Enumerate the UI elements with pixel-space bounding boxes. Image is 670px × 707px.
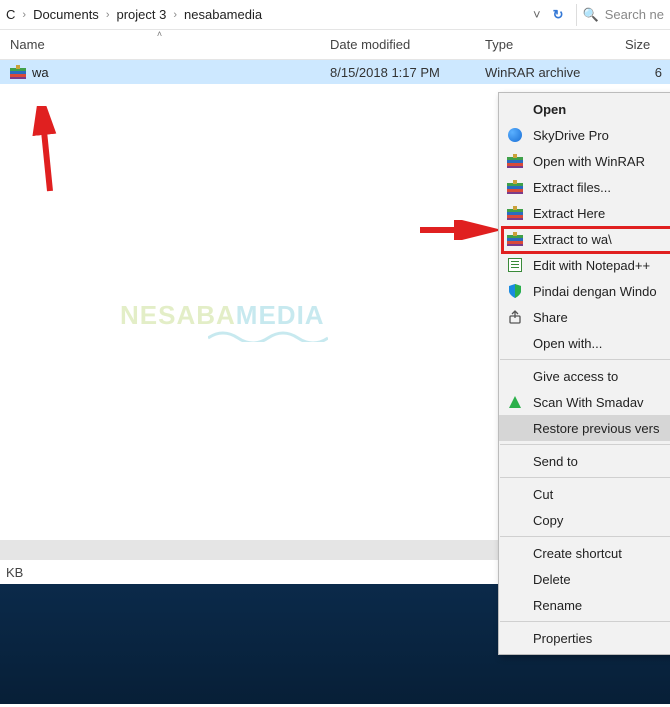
column-date[interactable]: Date modified [320,30,475,59]
menu-scan-with-smadav[interactable]: Scan With Smadav [499,389,670,415]
menu-copy[interactable]: Copy [499,507,670,533]
winrar-icon [507,205,523,221]
refresh-icon[interactable]: ↻ [553,7,564,23]
menu-open-with[interactable]: Open with... [499,330,670,356]
watermark: NESABAMEDIA [120,300,325,331]
menu-give-access-to[interactable]: Give access to [499,363,670,389]
file-type: WinRAR archive [475,65,615,80]
search-input[interactable]: Search ne [605,7,664,22]
menu-restore-previous-versions[interactable]: Restore previous vers [499,415,670,441]
menu-edit-notepad[interactable]: Edit with Notepad++ [499,252,670,278]
menu-scan-windows-defender[interactable]: Pindai dengan Windo [499,278,670,304]
notepad-plus-plus-icon [507,257,523,273]
share-icon [507,309,523,325]
winrar-icon [507,231,523,247]
menu-separator [500,536,670,537]
menu-separator [500,477,670,478]
menu-cut[interactable]: Cut [499,481,670,507]
chevron-right-icon: › [173,9,177,21]
winrar-icon [507,179,523,195]
skydrive-icon [507,127,523,143]
menu-open[interactable]: Open [499,96,670,122]
menu-properties[interactable]: Properties [499,625,670,651]
file-size: 6 [615,65,670,80]
menu-rename[interactable]: Rename [499,592,670,618]
file-name: wa [32,65,49,80]
column-name[interactable]: ˄ Name [0,30,320,59]
crumb-nesabamedia[interactable]: nesabamedia [184,7,262,22]
file-list[interactable]: wa 8/15/2018 1:17 PM WinRAR archive 6 NE… [0,60,670,540]
smadav-icon [507,394,523,410]
menu-extract-to-wa[interactable]: Extract to wa\ [499,226,670,252]
menu-skydrive-pro[interactable]: SkyDrive Pro [499,122,670,148]
column-size[interactable]: Size [615,30,670,59]
chevron-down-icon[interactable]: ˅ [533,7,541,22]
context-menu: Open SkyDrive Pro Open with WinRAR Extra… [498,92,670,655]
divider [576,4,577,26]
winrar-icon [507,153,523,169]
menu-extract-files[interactable]: Extract files... [499,174,670,200]
column-type[interactable]: Type [475,30,615,59]
crumb-c[interactable]: C [6,7,15,22]
menu-share[interactable]: Share [499,304,670,330]
menu-create-shortcut[interactable]: Create shortcut [499,540,670,566]
menu-separator [500,359,670,360]
column-headers: ˄ Name Date modified Type Size [0,30,670,60]
winrar-archive-icon [10,65,26,79]
annotation-arrow-icon [30,106,70,196]
file-row-wa[interactable]: wa 8/15/2018 1:17 PM WinRAR archive 6 [0,60,670,84]
menu-delete[interactable]: Delete [499,566,670,592]
menu-send-to[interactable]: Send to [499,448,670,474]
file-date: 8/15/2018 1:17 PM [320,65,475,80]
menu-separator [500,621,670,622]
chevron-right-icon: › [106,9,110,21]
breadcrumb[interactable]: C › Documents › project 3 › nesabamedia … [0,0,670,30]
search-icon: 🔍 [583,7,599,23]
annotation-arrow-icon [420,220,500,240]
sort-ascending-icon: ˄ [157,29,162,39]
menu-extract-here[interactable]: Extract Here [499,200,670,226]
chevron-right-icon: › [22,9,26,21]
crumb-documents[interactable]: Documents [33,7,99,22]
crumb-project3[interactable]: project 3 [116,7,166,22]
status-size-unit: KB [6,565,23,580]
shield-icon [507,283,523,299]
menu-separator [500,444,670,445]
menu-open-with-winrar[interactable]: Open with WinRAR [499,148,670,174]
